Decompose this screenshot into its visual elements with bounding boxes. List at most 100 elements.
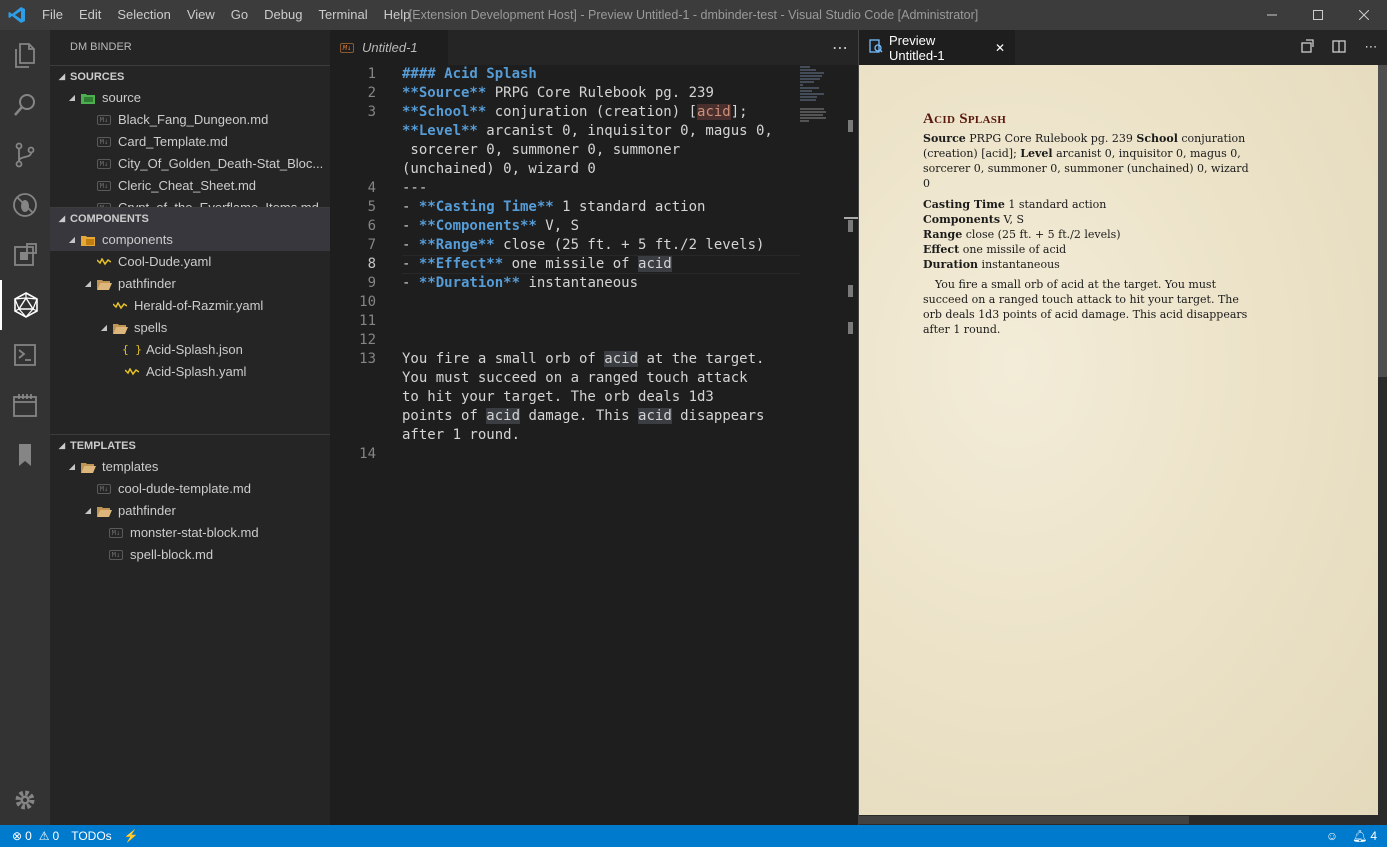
code-line: **Level** arcanist 0, inquisitor 0, magu… [402,123,773,139]
line-number: 11 [359,313,376,329]
preview-icon [869,39,883,56]
chevron-down-icon: ◢ [68,235,76,244]
tree-item-file[interactable]: M↓ City_Of_Golden_Death-Stat_Bloc... [50,153,330,175]
todos-status[interactable]: TODOs [65,829,117,843]
open-source-icon[interactable] [1291,38,1323,57]
menu-go[interactable]: Go [223,0,256,30]
code-area[interactable]: 1 2 3 4 5 6 7 8 9 10 11 12 13 14 #### Ac… [330,65,858,825]
split-editor-icon[interactable] [1323,39,1355,57]
menu-file[interactable]: File [34,0,71,30]
tree-item-pathfinder[interactable]: ◢ pathfinder [50,500,330,522]
tree-item-file[interactable]: M↓ cool-dude-template.md [50,478,330,500]
code-line: to hit your target. The orb deals 1d3 [402,389,714,405]
menu-debug[interactable]: Debug [256,0,310,30]
menu-help[interactable]: Help [376,0,419,30]
tree-item-file[interactable]: M↓ Black_Fang_Dungeon.md [50,109,330,131]
more-actions-icon[interactable]: ⋯ [832,30,848,65]
folder-source-icon [80,90,96,106]
tree-item-source[interactable]: ◢ source [50,87,330,109]
tree-item-components[interactable]: ◢ components [50,229,330,251]
close-icon[interactable]: ✕ [995,41,1005,55]
tab-preview-untitled-1[interactable]: Preview Untitled-1 ✕ [859,30,1015,65]
warning-icon: ⚠ [38,829,50,843]
code-line: (unchained) 0, wizard 0 [402,161,596,177]
code-line: after 1 round. [402,427,521,443]
tree-item-templates[interactable]: ◢ templates [50,456,330,478]
folder-open-icon [112,320,128,336]
tree-item-file[interactable]: Acid-Splash.yaml [50,361,330,383]
menu-view[interactable]: View [179,0,223,30]
tree-item-spells[interactable]: ◢ spells [50,317,330,339]
menu-terminal[interactable]: Terminal [310,0,375,30]
markdown-editor: M↓ Untitled-1 ⋯ 1 2 3 4 5 6 7 8 9 10 11 … [330,30,858,825]
gear-icon[interactable] [0,775,50,825]
more-actions-icon[interactable]: ⋯ [1355,40,1387,55]
spell-title: Acid Splash [923,111,1007,127]
tree-item-file[interactable]: Cool-Dude.yaml [50,251,330,273]
tree-item-file[interactable]: M↓ Crypt_of_the_Everflame_Items.md [50,197,330,207]
source-control-icon[interactable] [0,130,50,180]
preview-horizontal-scrollbar[interactable] [859,815,1379,825]
scrollbar-marker [848,322,853,334]
feedback-smiley-icon[interactable]: ☺ [1326,829,1338,843]
explorer-icon[interactable] [0,30,50,80]
spell-stat: Duration instantaneous [923,258,1060,271]
tree-item-file[interactable]: M↓ monster-stat-block.md [50,522,330,544]
components-section-header[interactable]: ◢ COMPONENTS [50,207,330,229]
line-number: 1 [367,66,376,82]
line-number: 5 [367,199,376,215]
minimize-button[interactable] [1249,0,1295,30]
templates-section-header[interactable]: ◢ TEMPLATES [50,434,330,456]
bookmark-icon[interactable] [0,430,50,480]
chevron-down-icon: ◢ [68,93,76,102]
tree-item-file[interactable]: { } Acid-Splash.json [50,339,330,361]
editor-tab-bar: M↓ Untitled-1 ⋯ [330,30,858,65]
minimap[interactable] [800,65,844,125]
markdown-file-icon: M↓ [108,525,124,541]
search-icon[interactable] [0,80,50,130]
preview-scrollbar[interactable] [1378,65,1387,825]
scrollbar-thumb[interactable] [859,816,1189,824]
tab-untitled-1[interactable]: M↓ Untitled-1 [330,30,448,65]
menu-selection[interactable]: Selection [109,0,178,30]
code-line: - **Duration** instantaneous [402,275,639,291]
lightning-icon[interactable]: ⚡ [118,829,145,843]
line-number: 13 [359,351,376,367]
line-number: 9 [367,275,376,291]
maximize-button[interactable] [1295,0,1341,30]
folder-open-icon [80,459,96,475]
extensions-icon[interactable] [0,230,50,280]
chevron-down-icon: ◢ [100,323,108,332]
spell-description: You fire a small orb of acid at the targ… [923,278,1248,336]
menu-edit[interactable]: Edit [71,0,109,30]
spell-header: Source PRPG Core Rulebook pg. 239 School… [923,132,1249,190]
markdown-file-icon: M↓ [340,42,354,53]
folder-components-icon [80,232,96,248]
scrollbar-thumb[interactable] [1378,65,1387,377]
tree-item-file[interactable]: M↓ spell-block.md [50,544,330,566]
tree-item-file[interactable]: Herald-of-Razmir.yaml [50,295,330,317]
sources-section-header[interactable]: ◢ SOURCES [50,65,330,87]
close-window-button[interactable] [1341,0,1387,30]
terminal-icon[interactable] [0,330,50,380]
problems-status[interactable]: ⊗ 0 ⚠ 0 [0,829,65,843]
calendar-icon[interactable] [0,380,50,430]
code-line: **Source** PRPG Core Rulebook pg. 239 [402,85,714,101]
menu-bar: File Edit Selection View Go Debug Termin… [34,0,418,30]
line-number: 3 [367,104,376,120]
code-line: You must succeed on a ranged touch attac… [402,370,748,386]
json-file-icon: { } [122,343,142,356]
debug-icon[interactable] [0,180,50,230]
tree-item-file[interactable]: M↓ Card_Template.md [50,131,330,153]
preview-editor: Preview Untitled-1 ✕ ⋯ Acid Splash Sourc… [858,30,1387,825]
yaml-file-icon [112,298,128,314]
notifications-status[interactable]: 🔔︎ 4 [1352,829,1377,843]
tree-item-file[interactable]: M↓ Cleric_Cheat_Sheet.md [50,175,330,197]
code-line: points of acid damage. This acid disappe… [402,408,765,424]
spell-stat: Components V, S [923,213,1025,226]
tree-item-pathfinder[interactable]: ◢ pathfinder [50,273,330,295]
d20-icon[interactable] [0,280,50,330]
preview-tab-bar: Preview Untitled-1 ✕ ⋯ [859,30,1387,65]
line-number: 7 [367,237,376,253]
vscode-logo-icon [0,0,34,30]
